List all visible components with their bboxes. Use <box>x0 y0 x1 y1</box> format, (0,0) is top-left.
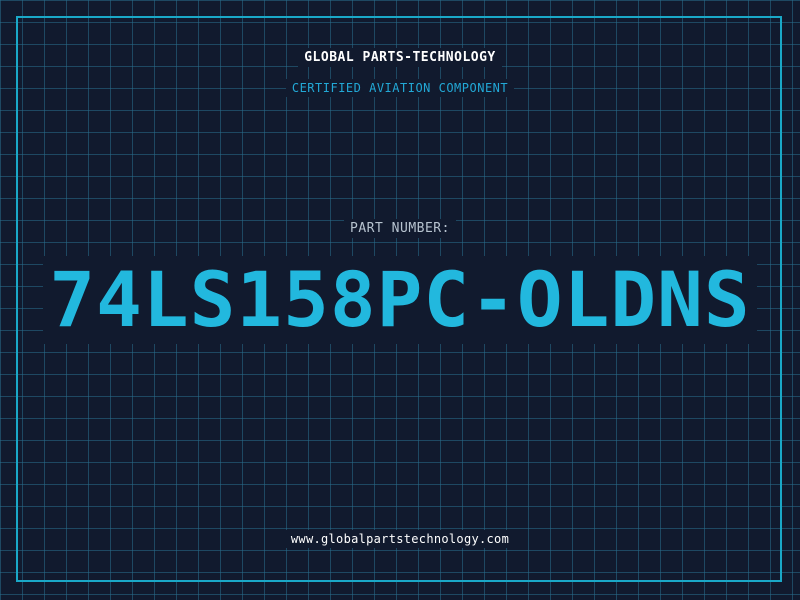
grid-background: GLOBAL PARTS-TECHNOLOGY CERTIFIED AVIATI… <box>0 0 800 600</box>
part-number-value: 74LS158PC-OLDNS <box>43 256 757 344</box>
part-number-label: PART NUMBER: <box>344 219 456 238</box>
website-line: www.globalpartstechnology.com <box>0 530 800 548</box>
company-name-line: GLOBAL PARTS-TECHNOLOGY <box>0 48 800 67</box>
part-number-label-line: PART NUMBER: <box>0 219 800 238</box>
subtitle-line: CERTIFIED AVIATION COMPONENT <box>0 79 800 97</box>
website-url: www.globalpartstechnology.com <box>284 530 516 548</box>
certification-subtitle: CERTIFIED AVIATION COMPONENT <box>285 79 515 97</box>
company-name: GLOBAL PARTS-TECHNOLOGY <box>298 48 502 67</box>
part-number-line: 74LS158PC-OLDNS <box>0 256 800 344</box>
